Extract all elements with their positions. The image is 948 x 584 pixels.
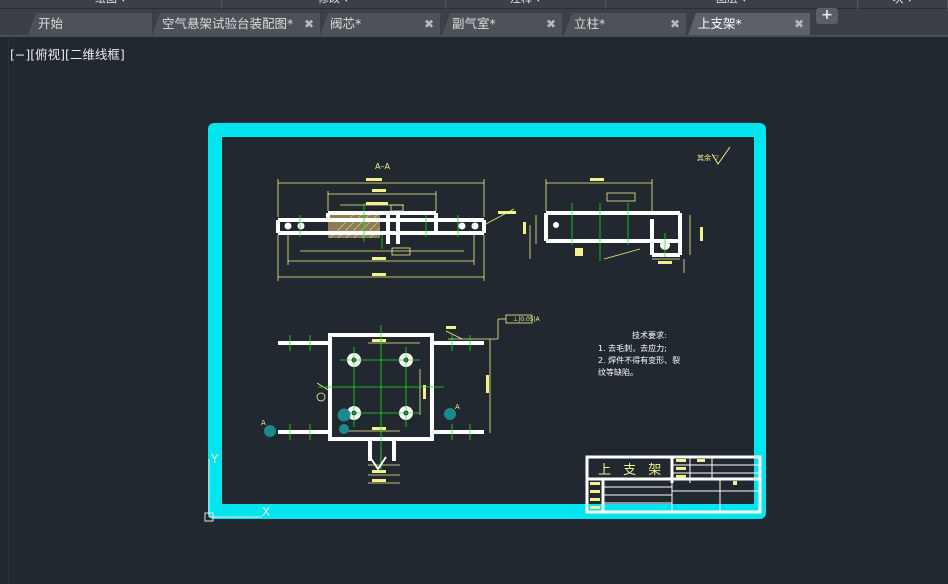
tab-label: 阀芯* xyxy=(330,16,362,31)
document-tab[interactable]: 上支架* ✖ xyxy=(688,13,810,35)
tab-close-icon[interactable]: ✖ xyxy=(304,13,314,35)
document-tab[interactable]: 立柱* ✖ xyxy=(564,13,686,35)
ribbon-panel-label: 图层 ▾ xyxy=(716,0,747,5)
new-tab-button[interactable]: + xyxy=(816,8,838,24)
svg-text:Y: Y xyxy=(210,452,219,466)
ribbon-panel-title[interactable]: 块 ▾ xyxy=(858,0,948,9)
drawing-viewport[interactable]: [−][俯视][二维线框] 其余 ▽ A–A ⊥|0.05|A A A 技术要求… xyxy=(0,39,948,584)
drawing-canvas[interactable]: 其余 ▽ A–A ⊥|0.05|A A A 技术要求: 1. 去毛刺，去应力; … xyxy=(0,39,948,584)
svg-text:技术要求:: 技术要求: xyxy=(632,330,667,340)
tab-close-icon[interactable]: ✖ xyxy=(794,13,804,35)
tab-label: 副气室* xyxy=(452,16,496,31)
ribbon-panel-strip: 绘图 ▾ 修改 ▾ 注释 ▾ 图层 ▾ 块 ▾ xyxy=(0,0,948,9)
document-tab[interactable]: 阀芯* ✖ xyxy=(320,13,440,35)
document-tab[interactable]: 副气室* ✖ xyxy=(442,13,562,35)
svg-text:上 支 架: 上 支 架 xyxy=(598,463,665,478)
tab-close-icon[interactable]: ✖ xyxy=(670,13,680,35)
svg-text:X: X xyxy=(262,505,270,519)
tab-label: 上支架* xyxy=(698,16,742,31)
svg-text:纹等缺陷。: 纹等缺陷。 xyxy=(598,367,638,377)
ribbon-panel-label: 修改 ▾ xyxy=(318,0,349,5)
svg-text:A: A xyxy=(455,403,460,411)
document-tab[interactable]: 开始 xyxy=(28,13,152,35)
ribbon-panel-label: 块 ▾ xyxy=(892,0,912,5)
ribbon-panel-title[interactable]: 注释 ▾ xyxy=(446,0,606,9)
svg-text:⊥|0.05|A: ⊥|0.05|A xyxy=(513,316,541,323)
svg-text:1. 去毛刺，去应力;: 1. 去毛刺，去应力; xyxy=(598,343,667,353)
svg-text:2. 焊件不得有变形、裂: 2. 焊件不得有变形、裂 xyxy=(598,355,680,365)
document-tab[interactable]: 空气悬架试验台装配图* ✖ xyxy=(152,13,320,35)
tab-close-icon[interactable]: ✖ xyxy=(546,13,556,35)
tab-label: 开始 xyxy=(38,16,64,31)
tab-label: 空气悬架试验台装配图* xyxy=(162,16,294,31)
tab-label: 立柱* xyxy=(574,16,606,31)
file-tab-bar: 开始 空气悬架试验台装配图* ✖ 阀芯* ✖ 副气室* ✖ 立柱* ✖ 上支架* ✖ xyxy=(0,9,948,37)
tab-close-icon[interactable]: ✖ xyxy=(424,13,434,35)
ribbon-panel-label: 注释 ▾ xyxy=(510,0,541,5)
ribbon-panel-title[interactable]: 修改 ▾ xyxy=(222,0,446,9)
ribbon-panel-label: 绘图 ▾ xyxy=(95,0,126,5)
svg-text:A: A xyxy=(261,419,266,427)
ribbon-panel-title[interactable]: 绘图 ▾ xyxy=(0,0,222,9)
svg-text:A–A: A–A xyxy=(375,162,390,171)
